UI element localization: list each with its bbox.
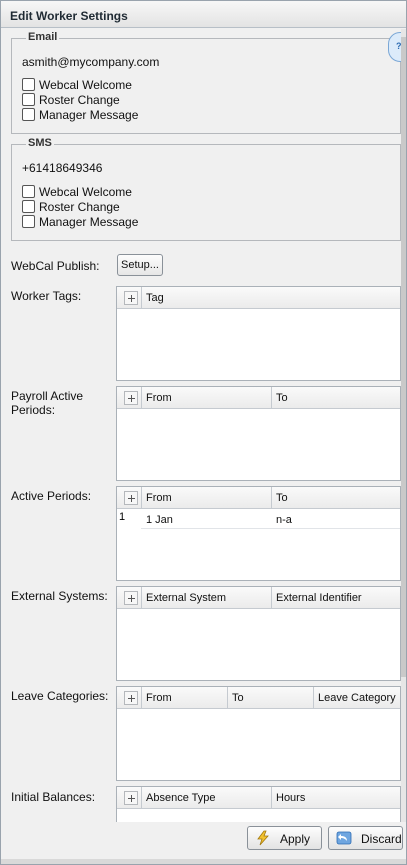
active-periods-label: Active Periods: bbox=[11, 489, 92, 503]
sms-manager-message-option[interactable]: Manager Message bbox=[22, 214, 138, 229]
external-system-column-header[interactable]: External System bbox=[141, 587, 271, 609]
payroll-from-column-header[interactable]: From bbox=[141, 387, 271, 409]
leave-categories-grid: From To Leave Category bbox=[116, 686, 401, 781]
panel-title: Edit Worker Settings bbox=[10, 9, 128, 23]
sms-roster-change-checkbox[interactable] bbox=[22, 200, 35, 213]
sms-roster-change-option[interactable]: Roster Change bbox=[22, 199, 120, 214]
discard-button[interactable]: Discard bbox=[328, 826, 403, 850]
email-address: asmith@mycompany.com bbox=[22, 55, 160, 69]
active-from-column-header[interactable]: From bbox=[141, 487, 271, 509]
email-webcal-welcome-label: Webcal Welcome bbox=[39, 77, 132, 92]
edit-worker-settings-panel: Edit Worker Settings Email asmith@mycomp… bbox=[0, 0, 407, 865]
external-systems-header: External System External Identifier bbox=[117, 587, 400, 609]
external-identifier-column-header[interactable]: External Identifier bbox=[271, 587, 400, 609]
tag-column-header[interactable]: Tag bbox=[141, 287, 400, 309]
add-payroll-period-icon[interactable] bbox=[124, 391, 138, 405]
initial-balances-label: Initial Balances: bbox=[11, 790, 96, 804]
sms-roster-change-label: Roster Change bbox=[39, 199, 120, 214]
hours-column-header[interactable]: Hours bbox=[271, 787, 400, 809]
scrollbar-thumb[interactable] bbox=[401, 37, 406, 677]
sms-legend: SMS bbox=[26, 137, 54, 149]
email-manager-message-option[interactable]: Manager Message bbox=[22, 107, 138, 122]
sms-webcal-welcome-option[interactable]: Webcal Welcome bbox=[22, 184, 132, 199]
leave-category-column-header[interactable]: Leave Category bbox=[313, 687, 400, 709]
bottom-border bbox=[1, 859, 406, 864]
payroll-active-periods-label-line1: Payroll Active bbox=[11, 389, 84, 403]
payroll-active-periods-grid: From To bbox=[116, 386, 401, 481]
settings-body: Email asmith@mycompany.com Webcal Welcom… bbox=[1, 29, 406, 822]
email-legend: Email bbox=[26, 31, 60, 43]
initial-balances-grid: Absence Type Hours bbox=[116, 786, 401, 822]
payroll-periods-header: From To bbox=[117, 387, 400, 409]
add-external-system-icon[interactable] bbox=[124, 591, 138, 605]
sms-webcal-welcome-label: Webcal Welcome bbox=[39, 184, 132, 199]
leave-from-column-header[interactable]: From bbox=[141, 687, 227, 709]
add-initial-balance-icon[interactable] bbox=[124, 791, 138, 805]
active-period-from-cell[interactable]: 1 Jan bbox=[146, 514, 173, 526]
active-period-to-cell[interactable]: n-a bbox=[276, 514, 292, 526]
email-webcal-welcome-option[interactable]: Webcal Welcome bbox=[22, 77, 132, 92]
sms-number: +61418649346 bbox=[22, 161, 103, 175]
sms-group: SMS +61418649346 Webcal Welcome Roster C… bbox=[11, 137, 401, 241]
row-number: 1 bbox=[118, 511, 140, 531]
payroll-active-periods-label: Payroll Active Periods: bbox=[11, 389, 83, 417]
email-webcal-welcome-checkbox[interactable] bbox=[22, 78, 35, 91]
leave-to-column-header[interactable]: To bbox=[227, 687, 313, 709]
setup-button[interactable]: Setup... bbox=[117, 254, 163, 276]
email-group: Email asmith@mycompany.com Webcal Welcom… bbox=[11, 31, 401, 134]
payroll-active-periods-label-line2: Periods: bbox=[11, 403, 56, 417]
payroll-to-column-header[interactable]: To bbox=[271, 387, 400, 409]
sms-manager-message-checkbox[interactable] bbox=[22, 215, 35, 228]
lightning-icon bbox=[257, 830, 269, 846]
active-periods-header: From To bbox=[117, 487, 400, 509]
worker-tags-header: Tag bbox=[117, 287, 400, 309]
email-manager-message-checkbox[interactable] bbox=[22, 108, 35, 121]
email-manager-message-label: Manager Message bbox=[39, 107, 139, 122]
active-to-column-header[interactable]: To bbox=[271, 487, 400, 509]
external-systems-grid: External System External Identifier bbox=[116, 586, 401, 681]
absence-type-column-header[interactable]: Absence Type bbox=[141, 787, 271, 809]
sms-manager-message-label: Manager Message bbox=[39, 214, 139, 229]
sms-webcal-welcome-checkbox[interactable] bbox=[22, 185, 35, 198]
worker-tags-grid: Tag bbox=[116, 286, 401, 381]
add-leave-category-icon[interactable] bbox=[124, 691, 138, 705]
footer-toolbar: Apply Discard bbox=[1, 822, 406, 864]
email-roster-change-checkbox[interactable] bbox=[22, 93, 35, 106]
email-roster-change-label: Roster Change bbox=[39, 92, 120, 107]
external-systems-label: External Systems: bbox=[11, 589, 108, 603]
leave-categories-header: From To Leave Category bbox=[117, 687, 400, 709]
apply-button[interactable]: Apply bbox=[247, 826, 322, 850]
worker-tags-label: Worker Tags: bbox=[11, 289, 82, 303]
webcal-publish-label: WebCal Publish: bbox=[11, 259, 100, 273]
active-periods-grid: From To 1 1 Jan n-a bbox=[116, 486, 401, 581]
leave-categories-label: Leave Categories: bbox=[11, 689, 109, 703]
undo-arrow-icon bbox=[336, 831, 352, 845]
add-active-period-icon[interactable] bbox=[124, 491, 138, 505]
email-roster-change-option[interactable]: Roster Change bbox=[22, 92, 120, 107]
table-row[interactable]: 1 Jan n-a bbox=[141, 509, 400, 529]
apply-label: Apply bbox=[280, 832, 311, 846]
discard-label: Discard bbox=[361, 832, 402, 846]
initial-balances-header: Absence Type Hours bbox=[117, 787, 400, 809]
title-bar: Edit Worker Settings bbox=[1, 1, 406, 28]
add-worker-tag-icon[interactable] bbox=[124, 291, 138, 305]
